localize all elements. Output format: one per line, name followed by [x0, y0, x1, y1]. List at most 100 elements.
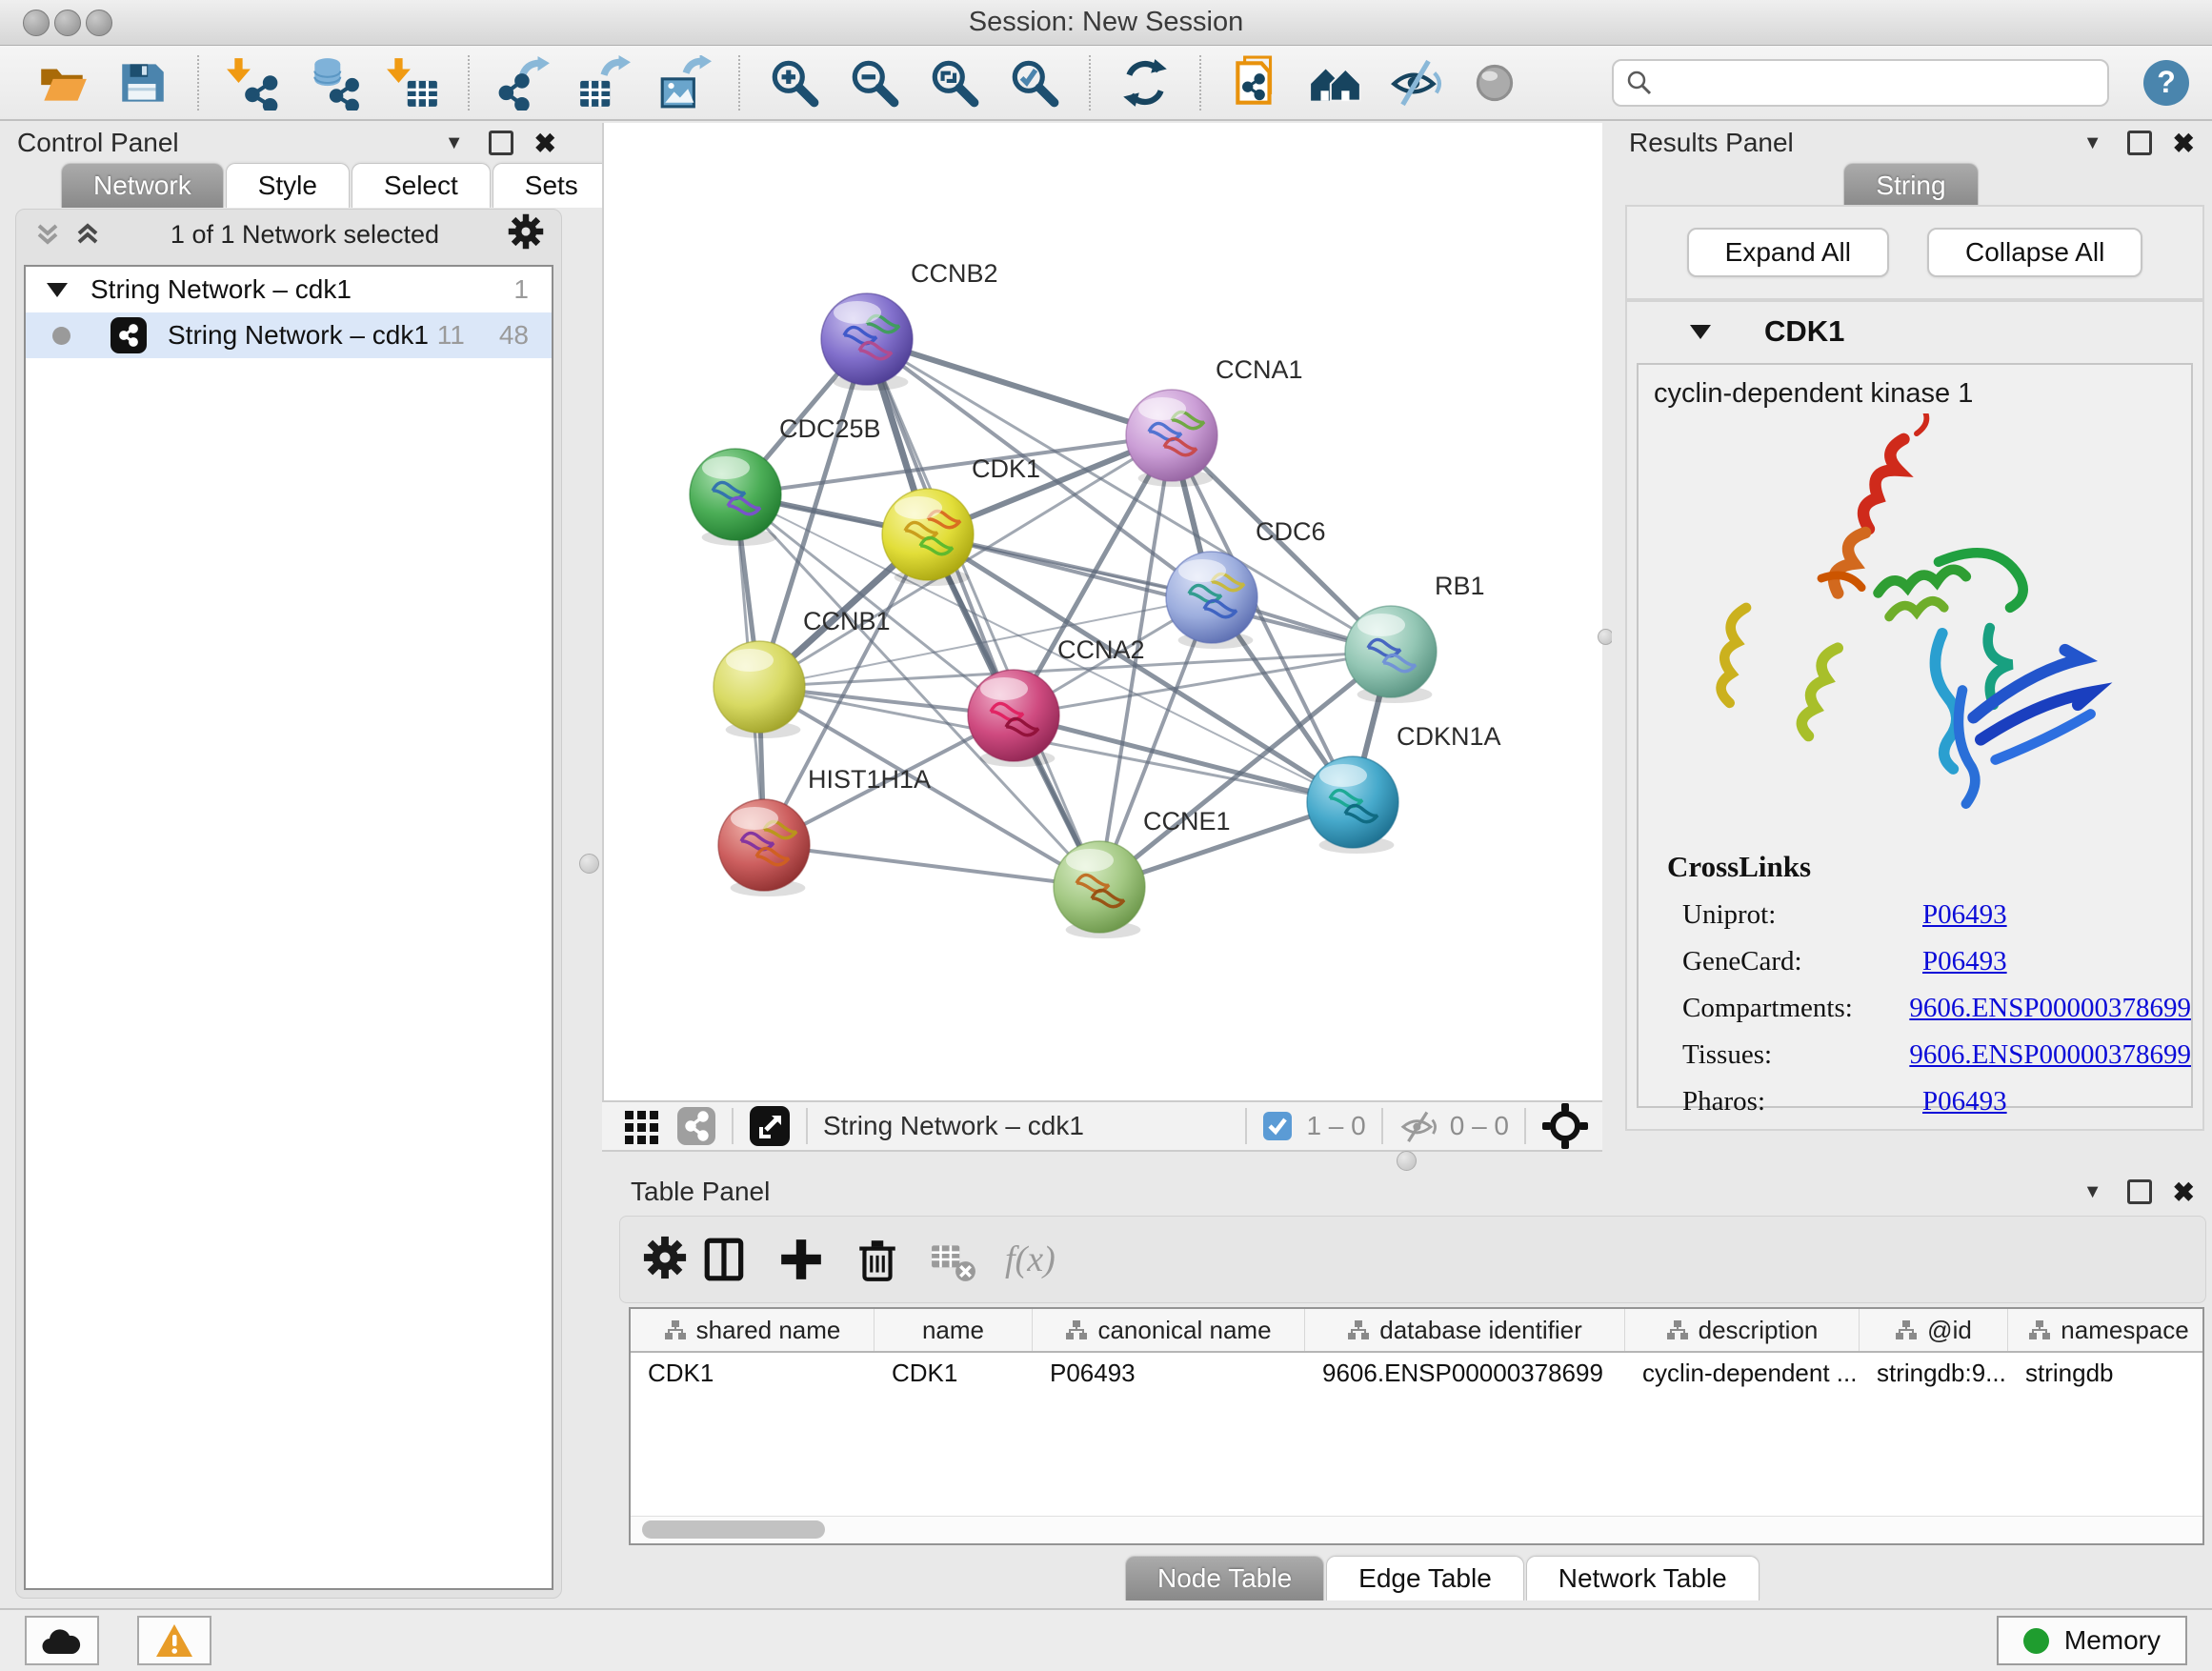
crosslink-label: Pharos:	[1667, 1086, 1922, 1117]
selected-checkbox-icon[interactable]	[1262, 1111, 1293, 1141]
column-header[interactable]: @id	[1860, 1309, 2008, 1351]
tab-edge-table[interactable]: Edge Table	[1326, 1556, 1524, 1601]
search-input[interactable]	[1654, 67, 2096, 98]
hide-eye-icon[interactable]	[1388, 55, 1443, 111]
window-close-button[interactable]	[23, 10, 50, 36]
table-horizontal-scrollbar[interactable]	[631, 1516, 2202, 1543]
panel-float-icon[interactable]	[489, 131, 513, 155]
tab-network-table[interactable]: Network Table	[1526, 1556, 1760, 1601]
tree-column-icon	[664, 1319, 687, 1340]
network-selection-status: 1 of 1 Network selected	[102, 220, 508, 250]
toolbar-separator	[1199, 55, 1201, 111]
tab-style[interactable]: Style	[226, 163, 350, 208]
help-button[interactable]: ?	[2143, 60, 2189, 106]
expand-all-icon[interactable]	[73, 218, 102, 251]
crosslinks-section: CrossLinks Uniprot: P06493 GeneCard: P06…	[1639, 850, 2191, 1117]
import-network-icon[interactable]	[226, 55, 281, 111]
network-view-canvas[interactable]: CCNB2 CCNA1 CDC25B CDK1 CDC6 RB1 CCNB1 C…	[602, 123, 1602, 1100]
panel-close-icon[interactable]: ✖	[2173, 128, 2195, 159]
collapse-all-icon[interactable]	[33, 218, 62, 251]
copy-network-document-icon[interactable]	[1228, 55, 1283, 111]
zoom-in-icon[interactable]	[767, 55, 822, 111]
open-session-icon[interactable]	[35, 55, 90, 111]
column-header[interactable]: description	[1625, 1309, 1860, 1351]
lens-eye-icon[interactable]	[1468, 55, 1523, 111]
panel-close-icon[interactable]: ✖	[534, 128, 556, 159]
memory-button[interactable]: Memory	[1997, 1616, 2187, 1665]
export-table-icon[interactable]	[576, 55, 632, 111]
export-image-icon[interactable]	[656, 55, 712, 111]
collapse-all-button[interactable]: Collapse All	[1927, 228, 2142, 277]
tab-select[interactable]: Select	[352, 163, 491, 208]
panel-close-icon[interactable]: ✖	[2173, 1177, 2195, 1208]
crosslink-row: Pharos: P06493	[1667, 1086, 2191, 1117]
import-table-icon[interactable]	[386, 55, 441, 111]
panel-minimize-icon[interactable]: ▼	[2083, 132, 2102, 154]
cloud-status-button[interactable]	[25, 1616, 99, 1665]
panel-float-icon[interactable]	[2127, 1179, 2152, 1204]
panel-float-icon[interactable]	[2127, 131, 2152, 155]
save-session-icon[interactable]	[115, 55, 171, 111]
network-share-gray-icon[interactable]	[676, 1106, 716, 1146]
add-column-icon[interactable]	[777, 1236, 825, 1283]
column-header[interactable]: namespace	[2008, 1309, 2204, 1351]
table-settings-gear-icon[interactable]	[643, 1236, 687, 1284]
gene-collapse-icon[interactable]	[1690, 325, 1711, 339]
tree-column-icon	[1347, 1319, 1370, 1340]
column-header[interactable]: shared name	[631, 1309, 875, 1351]
column-header[interactable]: name	[875, 1309, 1033, 1351]
network-graph[interactable]: CCNB2 CCNA1 CDC25B CDK1 CDC6 RB1 CCNB1 C…	[604, 123, 1602, 1100]
delete-column-icon[interactable]	[854, 1236, 901, 1283]
network-collection-row[interactable]: String Network – cdk1 1	[26, 267, 552, 312]
network-row-selected[interactable]: String Network – cdk1 11 48	[26, 312, 552, 358]
zoom-fit-icon[interactable]	[927, 55, 982, 111]
column-header[interactable]: canonical name	[1033, 1309, 1305, 1351]
table-header-row[interactable]: shared namename canonical name database …	[631, 1309, 2202, 1353]
control-panel: Control Panel ▼ ✖ Network Style Select S…	[0, 123, 573, 1608]
refresh-icon[interactable]	[1117, 55, 1173, 111]
tab-network[interactable]: Network	[61, 163, 224, 208]
warnings-button[interactable]	[137, 1616, 211, 1665]
crosslink-link[interactable]: P06493	[1922, 946, 2007, 977]
table-cell: CDK1	[875, 1353, 1033, 1393]
crosslink-link[interactable]: P06493	[1922, 899, 2007, 931]
scrollbar-thumb[interactable]	[642, 1520, 825, 1539]
birds-eye-view-icon[interactable]	[1541, 1102, 1589, 1150]
export-network-icon[interactable]	[496, 55, 552, 111]
home-networks-icon[interactable]	[1308, 55, 1363, 111]
network-options-gear-icon[interactable]	[508, 213, 544, 256]
warning-icon	[154, 1622, 194, 1659]
collection-count: 1	[513, 274, 529, 305]
grid-view-icon[interactable]	[623, 1107, 661, 1145]
panel-minimize-icon[interactable]: ▼	[2083, 1181, 2102, 1203]
application-statusbar: Memory	[0, 1608, 2212, 1671]
tab-string[interactable]: String	[1843, 163, 1978, 208]
open-external-icon[interactable]	[749, 1105, 791, 1147]
column-header[interactable]: database identifier	[1305, 1309, 1625, 1351]
expand-all-button[interactable]: Expand All	[1687, 228, 1889, 277]
crosslink-link[interactable]: 9606.ENSP00000378699	[1909, 1039, 2191, 1071]
node-table[interactable]: shared namename canonical name database …	[629, 1307, 2204, 1545]
crosslink-link[interactable]: 9606.ENSP00000378699	[1909, 993, 2191, 1024]
crosslink-link[interactable]: P06493	[1922, 1086, 2007, 1117]
window-minimize-button[interactable]	[54, 10, 81, 36]
delete-table-icon	[930, 1236, 977, 1283]
import-database-icon[interactable]	[306, 55, 361, 111]
zoom-out-icon[interactable]	[847, 55, 902, 111]
tab-node-table[interactable]: Node Table	[1125, 1556, 1324, 1601]
crosslink-label: Compartments:	[1667, 993, 1909, 1024]
hidden-node-edge-counts: 0 – 0	[1450, 1111, 1509, 1141]
show-columns-icon[interactable]	[701, 1236, 749, 1283]
window-zoom-button[interactable]	[86, 10, 112, 36]
zoom-selected-icon[interactable]	[1007, 55, 1062, 111]
gene-detail-box: cyclin-dependent kinase 1	[1637, 363, 2193, 1108]
table-row[interactable]: CDK1CDK1P064939606.ENSP00000378699cyclin…	[631, 1353, 2202, 1393]
horizontal-splitter-handle[interactable]	[1397, 1151, 1417, 1171]
protein-structure-image	[1648, 413, 2182, 844]
left-splitter-handle[interactable]	[579, 854, 599, 874]
tab-sets[interactable]: Sets	[493, 163, 611, 208]
cloud-icon	[41, 1625, 83, 1656]
tree-expand-icon[interactable]	[47, 283, 68, 297]
panel-minimize-icon[interactable]: ▼	[445, 132, 464, 154]
svg-text:CDC25B: CDC25B	[779, 414, 881, 443]
